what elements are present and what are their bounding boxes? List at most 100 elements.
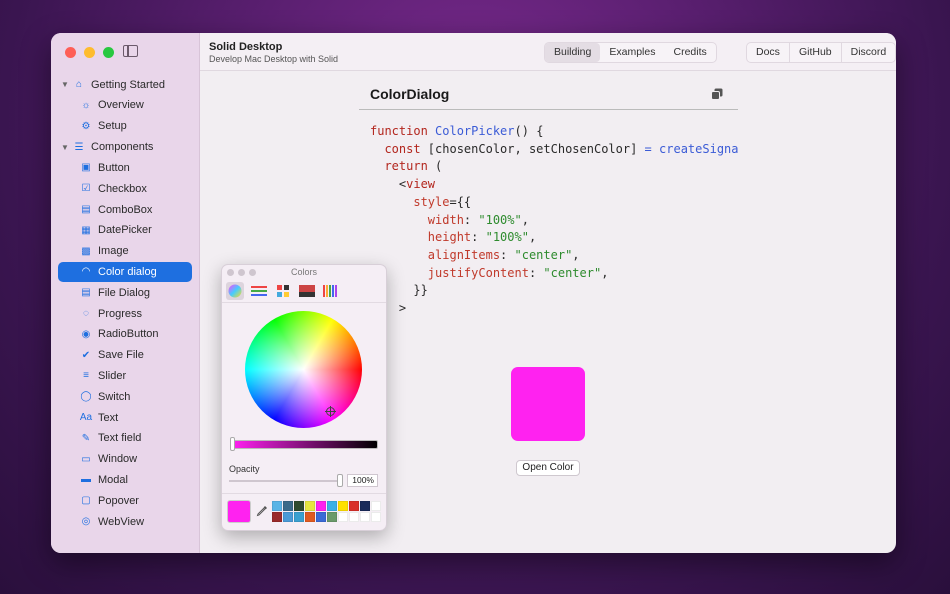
color-swatch[interactable] xyxy=(349,501,359,511)
color-wheel-cursor-icon[interactable] xyxy=(325,406,336,417)
sidebar-item-setup[interactable]: ⚙ Setup xyxy=(51,116,200,137)
color-swatch[interactable] xyxy=(338,512,348,522)
color-swatch[interactable] xyxy=(349,512,359,522)
image-palettes-tab[interactable] xyxy=(298,282,316,300)
sidebar-item-window[interactable]: ▭ Window xyxy=(51,449,200,470)
sidebar-item-label: Save File xyxy=(98,349,144,362)
opacity-field[interactable]: 100% xyxy=(347,474,378,487)
color-swatch[interactable] xyxy=(316,512,326,522)
discord-link[interactable]: Discord xyxy=(840,43,896,62)
sidebar-item-text[interactable]: Aa Text xyxy=(51,407,200,428)
window-icon: ▭ xyxy=(81,453,91,465)
sidebar-item-label: Setup xyxy=(98,120,127,133)
sidebar-item-label: WebView xyxy=(98,515,145,528)
tab-credits[interactable]: Credits xyxy=(664,43,715,62)
list-icon: ☰ xyxy=(74,141,84,153)
code-line: const [chosenColor, setChosenColor] = cr… xyxy=(384,141,738,156)
traffic-lights xyxy=(65,47,114,58)
zoom-button[interactable] xyxy=(103,47,114,58)
sidebar-item-overview[interactable]: ☼ Overview xyxy=(51,95,200,116)
sidebar-item-label: Switch xyxy=(98,390,131,403)
docs-link[interactable]: Docs xyxy=(747,43,789,62)
sidebar-group-getting-started[interactable]: ▼ ⌂ Getting Started xyxy=(51,74,200,95)
color-swatch[interactable] xyxy=(272,501,282,511)
color-swatch[interactable] xyxy=(360,512,370,522)
sidebar-item-webview[interactable]: ◎ WebView xyxy=(51,511,200,532)
code-line: <view xyxy=(370,177,436,192)
sidebar-nav: ▼ ⌂ Getting Started ☼ Overview ⚙ Setup ▼… xyxy=(51,74,200,532)
sidebar-item-button[interactable]: ▣ Button xyxy=(51,158,200,179)
sidebar-item-label: DatePicker xyxy=(98,224,152,237)
app-window: ▼ ⌂ Getting Started ☼ Overview ⚙ Setup ▼… xyxy=(51,33,896,553)
color-swatch[interactable] xyxy=(316,501,326,511)
color-swatch[interactable] xyxy=(294,501,304,511)
color-wheel-tab[interactable] xyxy=(226,282,244,300)
color-swatch[interactable] xyxy=(327,501,337,511)
sidebar-item-progress[interactable]: ◌ Progress xyxy=(51,303,200,324)
sidebar-item-popover[interactable]: ▢ Popover xyxy=(51,490,200,511)
sidebar-toggle-icon[interactable] xyxy=(123,45,138,57)
code-line: style={{ xyxy=(413,194,472,209)
gears-icon: ⚙ xyxy=(81,120,91,132)
sidebar-item-radiobutton[interactable]: ◉ RadioButton xyxy=(51,324,200,345)
file-dialog-icon: ▤ xyxy=(81,287,91,299)
toolbar: Solid Desktop Develop Mac Desktop with S… xyxy=(200,33,896,71)
color-swatch[interactable] xyxy=(294,512,304,522)
crayons-tab[interactable] xyxy=(322,282,340,300)
close-button[interactable] xyxy=(65,47,76,58)
sliders-icon xyxy=(251,286,267,296)
sidebar-item-label: Modal xyxy=(98,473,128,486)
brightness-slider[interactable] xyxy=(232,440,378,449)
tab-examples[interactable]: Examples xyxy=(600,43,664,62)
open-color-button[interactable]: Open Color xyxy=(516,460,580,476)
opacity-slider-knob[interactable] xyxy=(337,474,343,487)
panel-divider xyxy=(222,493,386,494)
color-swatch[interactable] xyxy=(305,501,315,511)
sidebar-item-color-dialog[interactable]: ◠ Color dialog xyxy=(58,261,192,283)
sidebar-item-text-field[interactable]: ✎ Text field xyxy=(51,428,200,449)
color-swatch[interactable] xyxy=(283,501,293,511)
image-icon: ▩ xyxy=(81,245,91,257)
sidebar-item-label: Button xyxy=(98,161,130,174)
title-divider xyxy=(359,109,738,110)
opacity-slider[interactable] xyxy=(229,480,341,482)
color-swatch[interactable] xyxy=(371,501,381,511)
image-palette-icon xyxy=(299,285,315,297)
sidebar-item-label: Progress xyxy=(98,307,143,320)
switch-icon: ◯ xyxy=(80,391,92,403)
sidebar-item-image[interactable]: ▩ Image xyxy=(51,241,200,262)
minimize-button[interactable] xyxy=(84,47,95,58)
sidebar-item-switch[interactable]: ◯ Switch xyxy=(51,386,200,407)
sidebar-item-slider[interactable]: ≡ Slider xyxy=(51,366,200,387)
color-wheel[interactable] xyxy=(245,311,362,428)
github-link[interactable]: GitHub xyxy=(788,43,841,62)
colors-panel: Colors Opacity 100% xyxy=(221,264,387,531)
brightness-slider-knob[interactable] xyxy=(230,437,235,451)
sidebar-item-combobox[interactable]: ▤ ComboBox xyxy=(51,199,200,220)
color-swatch[interactable] xyxy=(272,512,282,522)
color-swatch[interactable] xyxy=(327,512,337,522)
color-swatch[interactable] xyxy=(283,512,293,522)
tab-building[interactable]: Building xyxy=(545,43,601,62)
sidebar-item-checkbox[interactable]: ☑ Checkbox xyxy=(51,178,200,199)
color-sliders-tab[interactable] xyxy=(250,282,268,300)
color-swatch[interactable] xyxy=(371,512,381,522)
sidebar-item-modal[interactable]: ▬ Modal xyxy=(51,470,200,491)
eyedropper-icon[interactable] xyxy=(256,505,268,517)
slider-icon: ≡ xyxy=(83,370,89,382)
color-swatch[interactable] xyxy=(305,512,315,522)
color-swatch[interactable] xyxy=(360,501,370,511)
sidebar-item-label: Image xyxy=(98,245,129,258)
chevron-down-icon: ▼ xyxy=(61,142,69,152)
sidebar-item-datepicker[interactable]: ▦ DatePicker xyxy=(51,220,200,241)
sidebar-item-file-dialog[interactable]: ▤ File Dialog xyxy=(51,282,200,303)
code-line: function ColorPicker() { xyxy=(370,124,544,138)
sidebar-item-save-file[interactable]: ✔ Save File xyxy=(51,345,200,366)
color-swatch[interactable] xyxy=(338,501,348,511)
calendar-icon: ▦ xyxy=(81,224,91,236)
copy-icon[interactable] xyxy=(711,88,723,100)
code-line: width: "100%", xyxy=(427,212,529,227)
sidebar-group-components[interactable]: ▼ ☰ Components xyxy=(51,137,200,158)
color-palettes-tab[interactable] xyxy=(274,282,292,300)
current-color-well[interactable] xyxy=(227,500,251,523)
